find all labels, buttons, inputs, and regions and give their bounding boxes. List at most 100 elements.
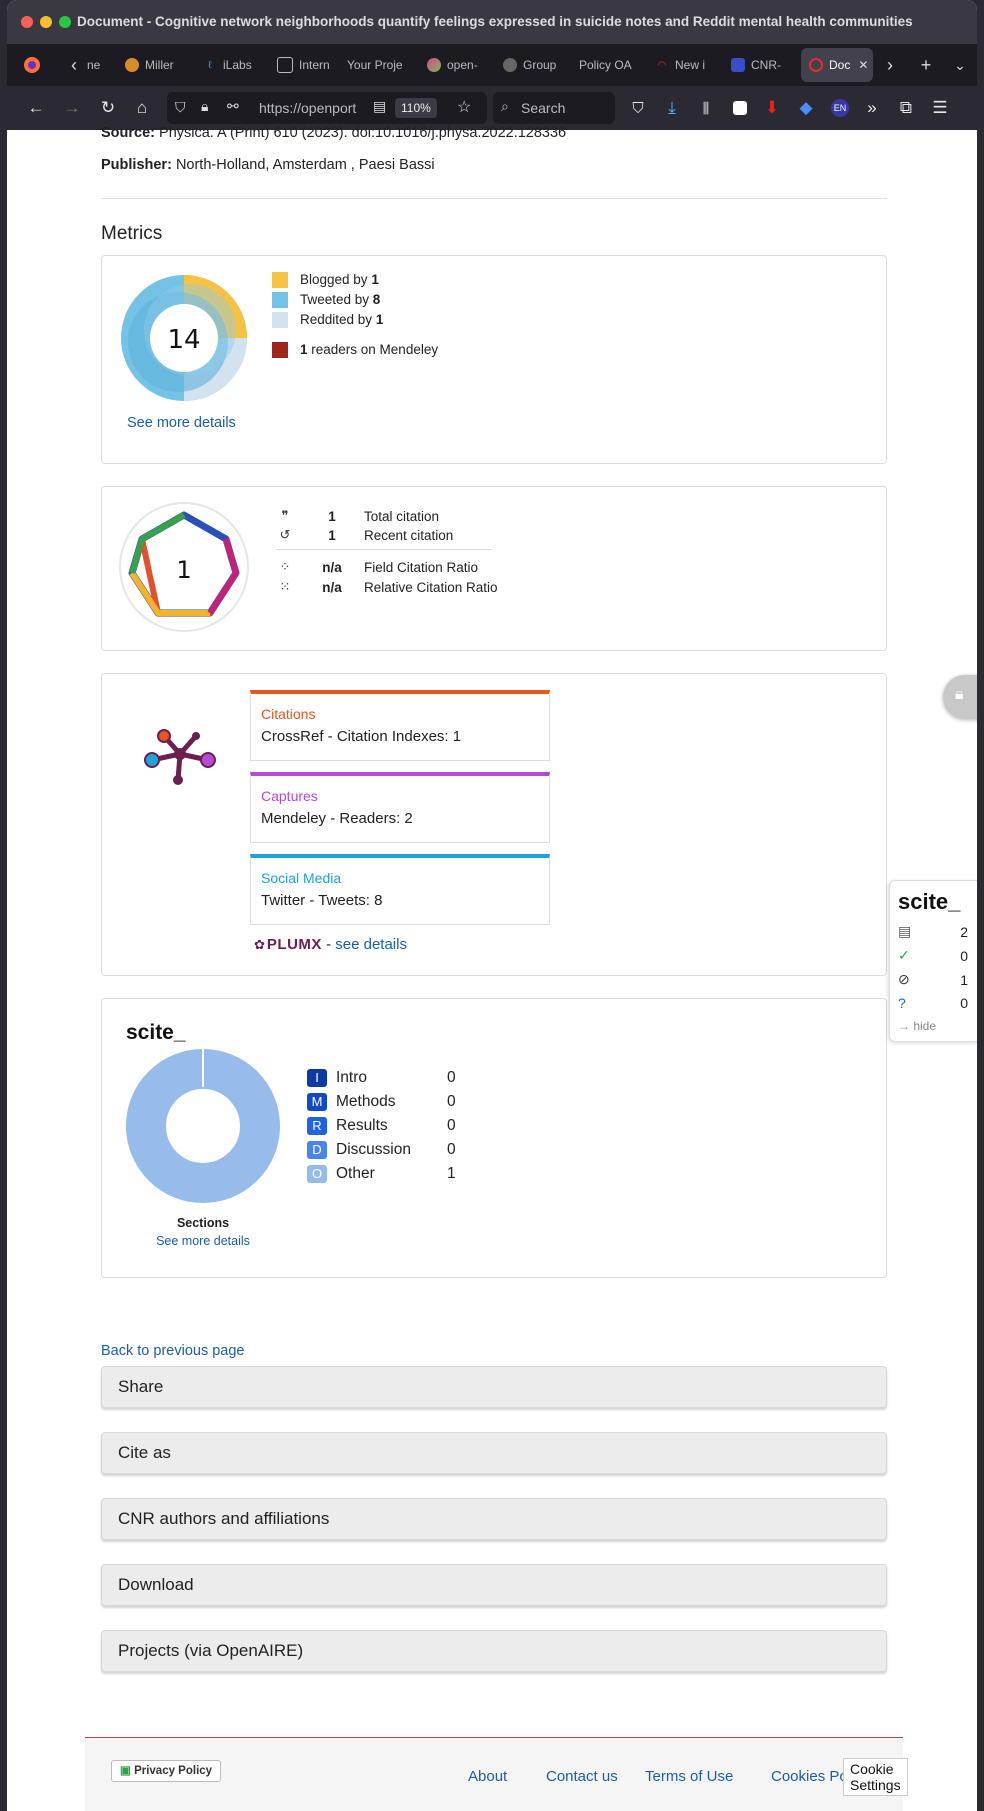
page-content: Source: Physica. A (Print) 610 (2023). d… (7, 125, 977, 1811)
tab-6[interactable]: Group (503, 48, 563, 82)
plumx-logo-icon (144, 729, 216, 785)
shield-icon[interactable]: ⛉ (175, 99, 186, 116)
altmetric-see-more-link[interactable]: See more details (127, 415, 236, 431)
footer-link-about[interactable]: About (468, 1768, 507, 1785)
altmetric-row-blogged: Blogged by 1 (272, 272, 379, 289)
url-bar[interactable]: ⛉ 🔒︎ ⚯ https://openport ▤ 110% ☆ (167, 92, 487, 124)
extensions-icon[interactable]: ⧉ (893, 95, 919, 121)
menu-icon[interactable]: ☰ (927, 95, 953, 121)
citations-title: Citations (261, 706, 316, 722)
home-icon[interactable]: ⌂ (129, 95, 155, 121)
back-icon[interactable]: ← (23, 95, 49, 121)
scite-sections-donut[interactable] (126, 1049, 280, 1203)
privacy-policy-badge[interactable]: ▣ Privacy Policy (111, 1760, 222, 1782)
downloads-icon[interactable]: ⤓ (659, 95, 685, 121)
tab-5[interactable]: open- (427, 48, 489, 82)
accordion-cnr-authors[interactable]: CNR authors and affiliations (101, 1498, 887, 1540)
bookmark-star-icon[interactable]: ☆ (457, 97, 471, 117)
scite-brand: scite_ (126, 1021, 186, 1044)
zoom-level[interactable]: 110% (395, 98, 437, 118)
scite-sidebar-count: 0 (960, 995, 968, 1011)
tab-8[interactable]: ◠ New i (655, 48, 717, 82)
window-title: Document - Cognitive network neighborhoo… (77, 14, 913, 29)
language-extension-icon[interactable]: EN (827, 95, 853, 121)
scite-sidebar-brand: scite_ (898, 889, 961, 914)
source-line: Source: Physica. A (Print) 610 (2023). d… (101, 125, 887, 141)
close-window-button[interactable] (21, 16, 33, 28)
openalex-icon (427, 58, 441, 72)
tab-0[interactable]: ne (87, 48, 123, 82)
extension-zotero-icon[interactable]: ◆ (793, 95, 819, 121)
close-tab-icon[interactable]: ✕ (858, 58, 868, 72)
tab-9[interactable]: CNR- (731, 48, 793, 82)
scite-sidebar-row[interactable]: ? 0 (898, 995, 968, 1011)
reader-view-icon[interactable]: ▤ (373, 98, 386, 115)
scite-sidebar-hide-button[interactable]: → hide (898, 1019, 936, 1033)
other-count: 1 (447, 1165, 456, 1182)
cnr-icon (731, 58, 745, 72)
back-to-previous-page-link[interactable]: Back to previous page (101, 1343, 244, 1359)
tab-10-active[interactable]: Doc ✕ (801, 48, 873, 82)
circle-icon (503, 58, 517, 72)
search-field[interactable]: ⌕ Search (493, 92, 615, 124)
altmetric-row-tweeted: Tweeted by 8 (272, 292, 380, 309)
mendeley-count: 1 (300, 342, 308, 357)
arc-icon: ◠ (657, 59, 667, 71)
tab-7[interactable]: Policy OA (579, 48, 639, 82)
scite-sidebar-row[interactable]: ⊘ 1 (898, 971, 968, 988)
scite-see-more-link[interactable]: See more details (126, 1234, 280, 1248)
scite-row-intro: I Intro 0 (307, 1069, 456, 1087)
extension-arrow-icon[interactable]: ⬇ (759, 95, 785, 121)
forward-icon[interactable]: → (59, 95, 85, 121)
list-tabs-icon[interactable]: ⌄ (947, 52, 973, 78)
library-icon[interactable]: ⫼ (693, 95, 719, 121)
firefox-view-icon[interactable] (19, 52, 45, 78)
altmetric-row-mendeley: 1 readers on Mendeley (272, 342, 438, 359)
scite-sidebar-row[interactable]: ▤ 2 (898, 923, 968, 940)
url-text[interactable]: https://openport (259, 100, 379, 116)
results-label: Results (336, 1117, 388, 1134)
minimize-window-button[interactable] (40, 16, 52, 28)
tab-3[interactable]: Intern (277, 48, 339, 82)
reddited-swatch (272, 312, 288, 329)
dimensions-score: 1 (176, 556, 191, 584)
permissions-icon[interactable]: ⚯ (227, 98, 239, 115)
more-tools-icon[interactable]: » (859, 95, 885, 121)
social-media-title: Social Media (261, 870, 342, 886)
dimensions-badge[interactable]: 1 (118, 501, 250, 633)
accordion-share[interactable]: Share (101, 1366, 887, 1408)
reload-icon[interactable]: ↻ (95, 95, 121, 121)
scite-sidebar-row[interactable]: ✓ 0 (898, 947, 968, 964)
tab-scroll-left-icon[interactable]: ‹ (61, 52, 87, 78)
scite-sidebar-widget: scite_ ▤ 2 ✓ 0 ⊘ 1 ? 0 → hide (889, 880, 977, 1042)
social-media-value: Twitter - Tweets: 8 (261, 892, 383, 909)
footer-link-terms[interactable]: Terms of Use (645, 1768, 733, 1785)
cookie-settings-button[interactable]: Cookie Settings (843, 1758, 908, 1796)
scite-row-results: R Results 0 (307, 1117, 456, 1135)
relative-ratio-value: n/a (322, 579, 342, 595)
recent-citation-value: 1 (328, 527, 336, 543)
accordion-projects[interactable]: Projects (via OpenAIRE) (101, 1630, 887, 1672)
intro-badge: I (307, 1069, 327, 1087)
tab-2[interactable]: ℓ iLabs (203, 48, 269, 82)
dimensions-card: 1 ❞ 1 Total citation ↺ 1 Recent citation ⁘ n/… (101, 486, 887, 651)
tab-scroll-right-icon[interactable]: › (877, 52, 903, 78)
browser-window: Document - Cognitive network neighborhoo… (7, 0, 977, 1811)
extension-lock-icon[interactable] (727, 95, 753, 121)
floating-lock-button[interactable]: 🔒︎ (943, 675, 977, 719)
accordion-cite-as[interactable]: Cite as (101, 1432, 887, 1474)
other-label: Other (336, 1165, 375, 1182)
pocket-icon[interactable]: ⛉ (625, 95, 651, 121)
tab-4[interactable]: Your Proje (347, 48, 413, 82)
zoom-window-button[interactable] (59, 16, 71, 28)
altmetric-donut[interactable]: 14 (118, 272, 250, 404)
search-icon: ⌕ (501, 98, 509, 114)
tab-label: open- (447, 58, 478, 72)
footer-link-contact[interactable]: Contact us (546, 1768, 618, 1785)
new-tab-icon[interactable]: + (913, 52, 939, 78)
accordion-download[interactable]: Download (101, 1564, 887, 1606)
accordion-title: CNR authors and affiliations (118, 1509, 330, 1528)
tab-1[interactable]: Miller (125, 48, 195, 82)
lock-icon[interactable]: 🔒︎ (201, 98, 208, 115)
plumx-see-details-link[interactable]: see details (335, 936, 407, 953)
